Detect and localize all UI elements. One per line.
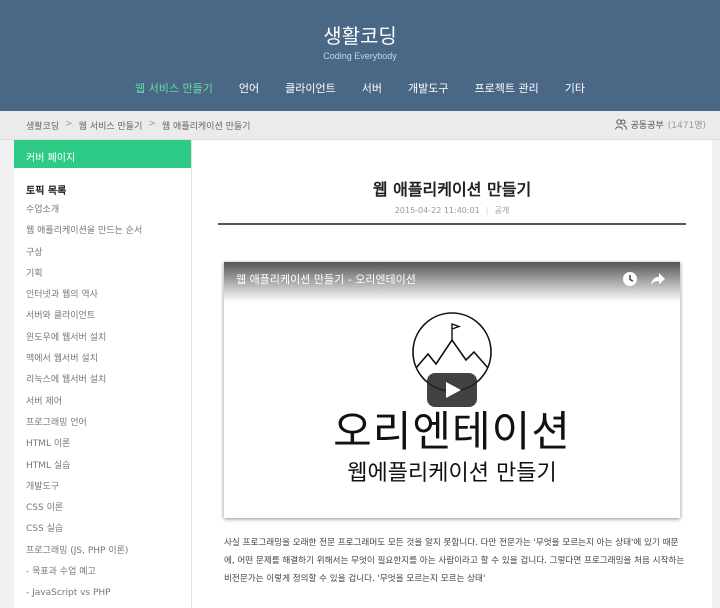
toc-item[interactable]: 서버 제어 xyxy=(14,394,191,415)
members-link[interactable]: 공동공부 (1471명) xyxy=(614,118,706,131)
breadcrumb-current[interactable]: 웹 애플리케이션 만들기 xyxy=(162,119,251,132)
post-visibility: 공개 xyxy=(494,206,510,215)
users-icon xyxy=(614,119,627,130)
toc-item[interactable]: 개발도구 xyxy=(14,479,191,500)
video-title[interactable]: 웹 애플리케이션 만들기 - 오리엔테이션 xyxy=(236,271,416,287)
sidebar: 커버 페이지 토픽 목록 수업소개 웹 애플리케이션을 만드는 순서 구상 기획 인터넷… xyxy=(14,140,192,608)
post-meta: 2015-04-22 11:40:01 | 공개 xyxy=(192,205,712,216)
toc-item[interactable]: HTML 이론 xyxy=(14,436,191,457)
breadcrumb-separator: > xyxy=(65,119,73,129)
site-subtitle: Coding Everybody xyxy=(323,51,397,61)
clock-icon[interactable] xyxy=(622,271,638,287)
toc-item[interactable]: 기획 xyxy=(14,266,191,287)
page-scrollbar[interactable] xyxy=(712,140,720,608)
breadcrumb-separator: > xyxy=(148,119,156,129)
toc-item[interactable]: 프로그래밍 (JS, PHP 이론) xyxy=(14,543,191,564)
toc-item[interactable]: 웹 애플리케이션을 만드는 순서 xyxy=(14,223,191,244)
nav-item-web-service[interactable]: 웹 서비스 만들기 xyxy=(122,80,226,96)
members-label: 공동공부 xyxy=(630,121,664,131)
site-title[interactable]: 생활코딩 xyxy=(0,20,720,49)
nav-item-server[interactable]: 서버 xyxy=(349,80,395,96)
title-divider xyxy=(218,223,686,225)
main-nav: 웹 서비스 만들기 언어 클라이언트 서버 개발도구 프로젝트 관리 기타 xyxy=(0,80,720,96)
nav-item-etc[interactable]: 기타 xyxy=(552,80,598,96)
toc-list: 수업소개 웹 애플리케이션을 만드는 순서 구상 기획 인터넷과 웹의 역사 서버와 클라… xyxy=(14,202,191,607)
breadcrumb: 생활코딩 > 웹 서비스 만들기 > 웹 애플리케이션 만들기 xyxy=(26,119,250,132)
members-count: (1471명) xyxy=(667,121,706,131)
nav-item-language[interactable]: 언어 xyxy=(226,80,272,96)
toc-item[interactable]: 프로그래밍 언어 xyxy=(14,415,191,436)
toc-item[interactable]: - 목표과 수업 예고 xyxy=(14,564,191,585)
main-content: 웹 애플리케이션 만들기 2015-04-22 11:40:01 | 공개 웹 애플… xyxy=(192,140,712,608)
toc-item[interactable]: CSS 이론 xyxy=(14,500,191,521)
toc-item[interactable]: - JavaScript vs PHP xyxy=(14,585,191,606)
toc-item[interactable]: 서버와 클라이언트 xyxy=(14,308,191,329)
video-player[interactable]: 웹 애플리케이션 만들기 - 오리엔테이션 오리엔테이션 웹에플리케이션 만들기 xyxy=(224,262,680,518)
post-date: 2015-04-22 11:40:01 xyxy=(394,206,480,215)
toc-item[interactable]: HTML 실습 xyxy=(14,458,191,479)
toc-item[interactable]: CSS 실습 xyxy=(14,521,191,542)
video-sub-text: 웹에플리케이션 만들기 xyxy=(347,461,557,486)
video-big-text: 오리엔테이션 xyxy=(333,407,571,456)
toc-item[interactable]: 윈도우에 웹서버 설치 xyxy=(14,330,191,351)
toc-item[interactable]: 수업소개 xyxy=(14,202,191,223)
nav-item-dev-tools[interactable]: 개발도구 xyxy=(395,80,461,96)
breadcrumb-home[interactable]: 생활코딩 xyxy=(26,119,59,132)
breadcrumb-bar: 생활코딩 > 웹 서비스 만들기 > 웹 애플리케이션 만들기 공동공부 (14… xyxy=(0,111,720,140)
toc-item[interactable]: 맥에서 웹서버 설치 xyxy=(14,351,191,372)
cover-page-link[interactable]: 커버 페이지 xyxy=(14,140,191,168)
breadcrumb-web-service[interactable]: 웹 서비스 만들기 xyxy=(79,119,143,132)
meta-divider: | xyxy=(485,206,489,215)
site-header: 생활코딩 Coding Everybody 웹 서비스 만들기 언어 클라이언트… xyxy=(0,0,720,111)
post-title: 웹 애플리케이션 만들기 xyxy=(372,180,532,199)
video-actions xyxy=(622,271,666,287)
toc-item[interactable]: 구상 xyxy=(14,245,191,266)
share-icon[interactable] xyxy=(650,271,666,287)
post-body: 사실 프로그래밍을 오래한 전문 프로그래머도 모든 것을 알지 못합니다. 다… xyxy=(224,538,685,584)
nav-item-client[interactable]: 클라이언트 xyxy=(272,80,349,96)
toc-item[interactable]: 인터넷과 웹의 역사 xyxy=(14,287,191,308)
toc-title: 토픽 목록 xyxy=(26,186,67,197)
nav-item-project-management[interactable]: 프로젝트 관리 xyxy=(461,80,551,96)
toc-item[interactable]: 리눅스에 웹서버 설치 xyxy=(14,372,191,393)
